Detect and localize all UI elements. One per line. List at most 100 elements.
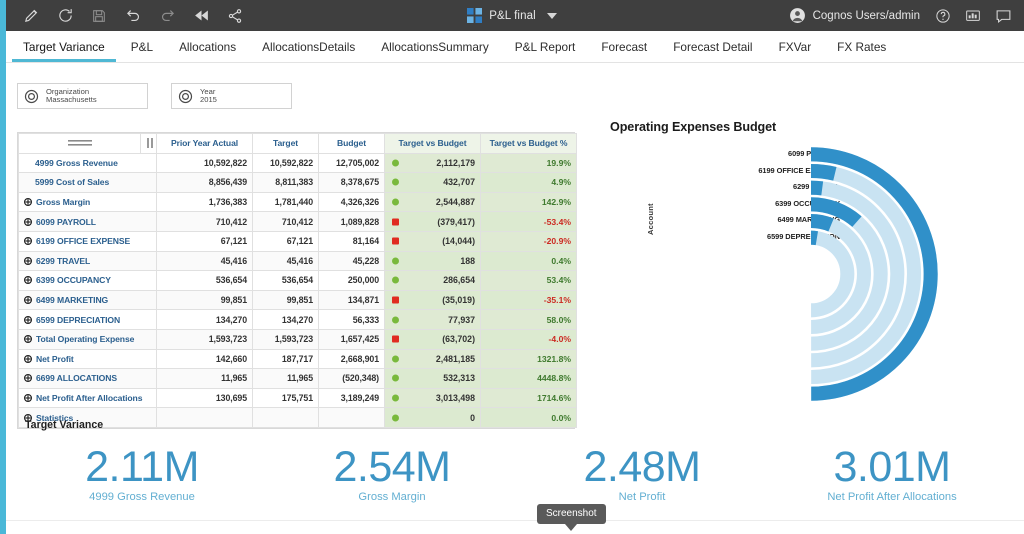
refresh-icon[interactable]: [48, 0, 82, 31]
cell-target: 134,270: [253, 310, 319, 330]
pencil-icon[interactable]: [14, 0, 48, 31]
table-row[interactable]: Net Profit After Allocations130,695175,7…: [19, 388, 577, 408]
tab-fxvar[interactable]: FXVar: [766, 31, 825, 62]
table-row[interactable]: 6199 OFFICE EXPENSE67,12167,12181,164(14…: [19, 231, 577, 251]
row-label[interactable]: 6499 MARKETING: [19, 290, 157, 310]
row-label[interactable]: Total Operating Expense: [19, 329, 157, 349]
radial-bar[interactable]: [811, 171, 835, 174]
operating-expenses-chart[interactable]: Operating Expenses Budget Account 6099 P…: [586, 110, 1024, 420]
variance-value: (14,044): [442, 236, 475, 246]
tab-forecast-detail[interactable]: Forecast Detail: [660, 31, 765, 62]
column-header-target-vs-budget[interactable]: Target vs Budget %: [481, 134, 577, 154]
row-label-text: 6399 OCCUPANCY: [36, 275, 111, 285]
toolbar-right-group: Cognos Users/admin: [781, 0, 1018, 31]
row-label[interactable]: Net Profit After Allocations: [19, 388, 157, 408]
kpi-value: 2.48M: [517, 445, 767, 490]
cognos-dashboard: P&L final Cognos Users/admin: [0, 0, 1024, 534]
column-header-target[interactable]: Target: [253, 134, 319, 154]
row-label-text: 6499 MARKETING: [36, 295, 108, 305]
cell-budget: 8,378,675: [319, 173, 385, 193]
radial-bar[interactable]: [811, 188, 822, 189]
row-label[interactable]: 6099 PAYROLL: [19, 212, 157, 232]
table-row[interactable]: 6599 DEPRECIATION134,270134,27056,33377,…: [19, 310, 577, 330]
table-row[interactable]: 5999 Cost of Sales8,856,4398,811,3838,37…: [19, 173, 577, 193]
redo-icon[interactable]: [150, 0, 184, 31]
row-label[interactable]: 6199 OFFICE EXPENSE: [19, 231, 157, 251]
expand-icon[interactable]: [24, 237, 32, 245]
table-row[interactable]: Gross Margin1,736,3831,781,4404,326,3262…: [19, 192, 577, 212]
table-row[interactable]: 6299 TRAVEL45,41645,41645,2281880.4%: [19, 251, 577, 271]
cell-target-vs-budget-pct: 4.9%: [481, 173, 577, 193]
row-label[interactable]: 6299 TRAVEL: [19, 251, 157, 271]
expand-icon[interactable]: [24, 257, 32, 265]
kpi-tile[interactable]: 2.11M4999 Gross Revenue: [17, 445, 267, 503]
share-icon[interactable]: [218, 0, 252, 31]
row-label[interactable]: 5999 Cost of Sales: [19, 173, 157, 193]
column-header-target-vs-budget[interactable]: Target vs Budget: [385, 134, 481, 154]
expand-icon[interactable]: [24, 335, 32, 343]
kpi-tile[interactable]: 2.54MGross Margin: [267, 445, 517, 503]
table-row[interactable]: 6699 ALLOCATIONS11,96511,965(520,348)532…: [19, 369, 577, 389]
expand-icon[interactable]: [24, 316, 32, 324]
help-icon[interactable]: [928, 0, 958, 31]
crosstab-corner-rows[interactable]: [19, 134, 141, 154]
tab-fx-rates[interactable]: FX Rates: [824, 31, 899, 62]
presentation-icon[interactable]: [958, 0, 988, 31]
status-badge: [392, 297, 399, 304]
kpi-tile[interactable]: 2.48MNet Profit: [517, 445, 767, 503]
column-header-prior-year-actual[interactable]: Prior Year Actual: [157, 134, 253, 154]
document-selector[interactable]: P&L final: [467, 8, 557, 23]
row-label-text: 4999 Gross Revenue: [35, 158, 118, 168]
tab-target-variance[interactable]: Target Variance: [10, 31, 118, 62]
row-label[interactable]: 4999 Gross Revenue: [19, 153, 157, 173]
tab-p-l[interactable]: P&L: [118, 31, 166, 62]
crosstab-corner-columns[interactable]: [141, 134, 157, 154]
save-icon[interactable]: [82, 0, 116, 31]
table-row[interactable]: 6099 PAYROLL710,412710,4121,089,828(379,…: [19, 212, 577, 232]
column-header-budget[interactable]: Budget: [319, 134, 385, 154]
table-row[interactable]: 4999 Gross Revenue10,592,82210,592,82212…: [19, 153, 577, 173]
row-label[interactable]: Net Profit: [19, 349, 157, 369]
undo-icon[interactable]: [116, 0, 150, 31]
cell-target: 45,416: [253, 251, 319, 271]
cell-budget: 4,326,326: [319, 192, 385, 212]
kpi-tile[interactable]: 3.01MNet Profit After Allocations: [767, 445, 1017, 503]
row-label[interactable]: 6599 DEPRECIATION: [19, 310, 157, 330]
status-badge: [392, 277, 399, 284]
cell-budget: 2,668,901: [319, 349, 385, 369]
variance-value: (63,702): [442, 334, 475, 344]
tab-allocationssummary[interactable]: AllocationsSummary: [368, 31, 502, 62]
table-row[interactable]: Net Profit142,660187,7172,668,9012,481,1…: [19, 349, 577, 369]
expand-icon[interactable]: [24, 276, 32, 284]
cell-prior: 67,121: [157, 231, 253, 251]
variance-pct: 19.9%: [547, 158, 571, 168]
expand-icon[interactable]: [24, 296, 32, 304]
cell-target-vs-budget: 3,013,498: [385, 388, 481, 408]
table-row[interactable]: 6499 MARKETING99,85199,851134,871(35,019…: [19, 290, 577, 310]
user-account[interactable]: Cognos Users/admin: [781, 7, 928, 24]
row-label[interactable]: Gross Margin: [19, 192, 157, 212]
comment-icon[interactable]: [988, 0, 1018, 31]
crosstab-widget[interactable]: Prior Year ActualTargetBudgetTarget vs B…: [17, 132, 575, 429]
chevron-down-icon[interactable]: [547, 13, 557, 19]
expand-icon[interactable]: [24, 218, 32, 226]
radial-bar[interactable]: [811, 221, 831, 225]
rewind-icon[interactable]: [184, 0, 218, 31]
cell-target: 1,593,723: [253, 329, 319, 349]
tab-p-l-report[interactable]: P&L Report: [502, 31, 589, 62]
table-row[interactable]: Total Operating Expense1,593,7231,593,72…: [19, 329, 577, 349]
expand-icon[interactable]: [24, 355, 32, 363]
expand-icon[interactable]: [24, 374, 32, 382]
table-row[interactable]: 6399 OCCUPANCY536,654536,654250,000286,6…: [19, 271, 577, 291]
row-label[interactable]: 6399 OCCUPANCY: [19, 271, 157, 291]
expand-icon[interactable]: [24, 198, 32, 206]
toolbar-left-group: [0, 0, 252, 31]
tab-allocations[interactable]: Allocations: [166, 31, 249, 62]
tab-forecast[interactable]: Forecast: [588, 31, 660, 62]
prompt-organization[interactable]: Organization Massachusetts: [17, 83, 148, 109]
prompt-year[interactable]: Year 2015: [171, 83, 292, 109]
tab-allocationsdetails[interactable]: AllocationsDetails: [249, 31, 368, 62]
row-label[interactable]: 6699 ALLOCATIONS: [19, 369, 157, 389]
cell-prior: 45,416: [157, 251, 253, 271]
expand-icon[interactable]: [24, 394, 32, 402]
